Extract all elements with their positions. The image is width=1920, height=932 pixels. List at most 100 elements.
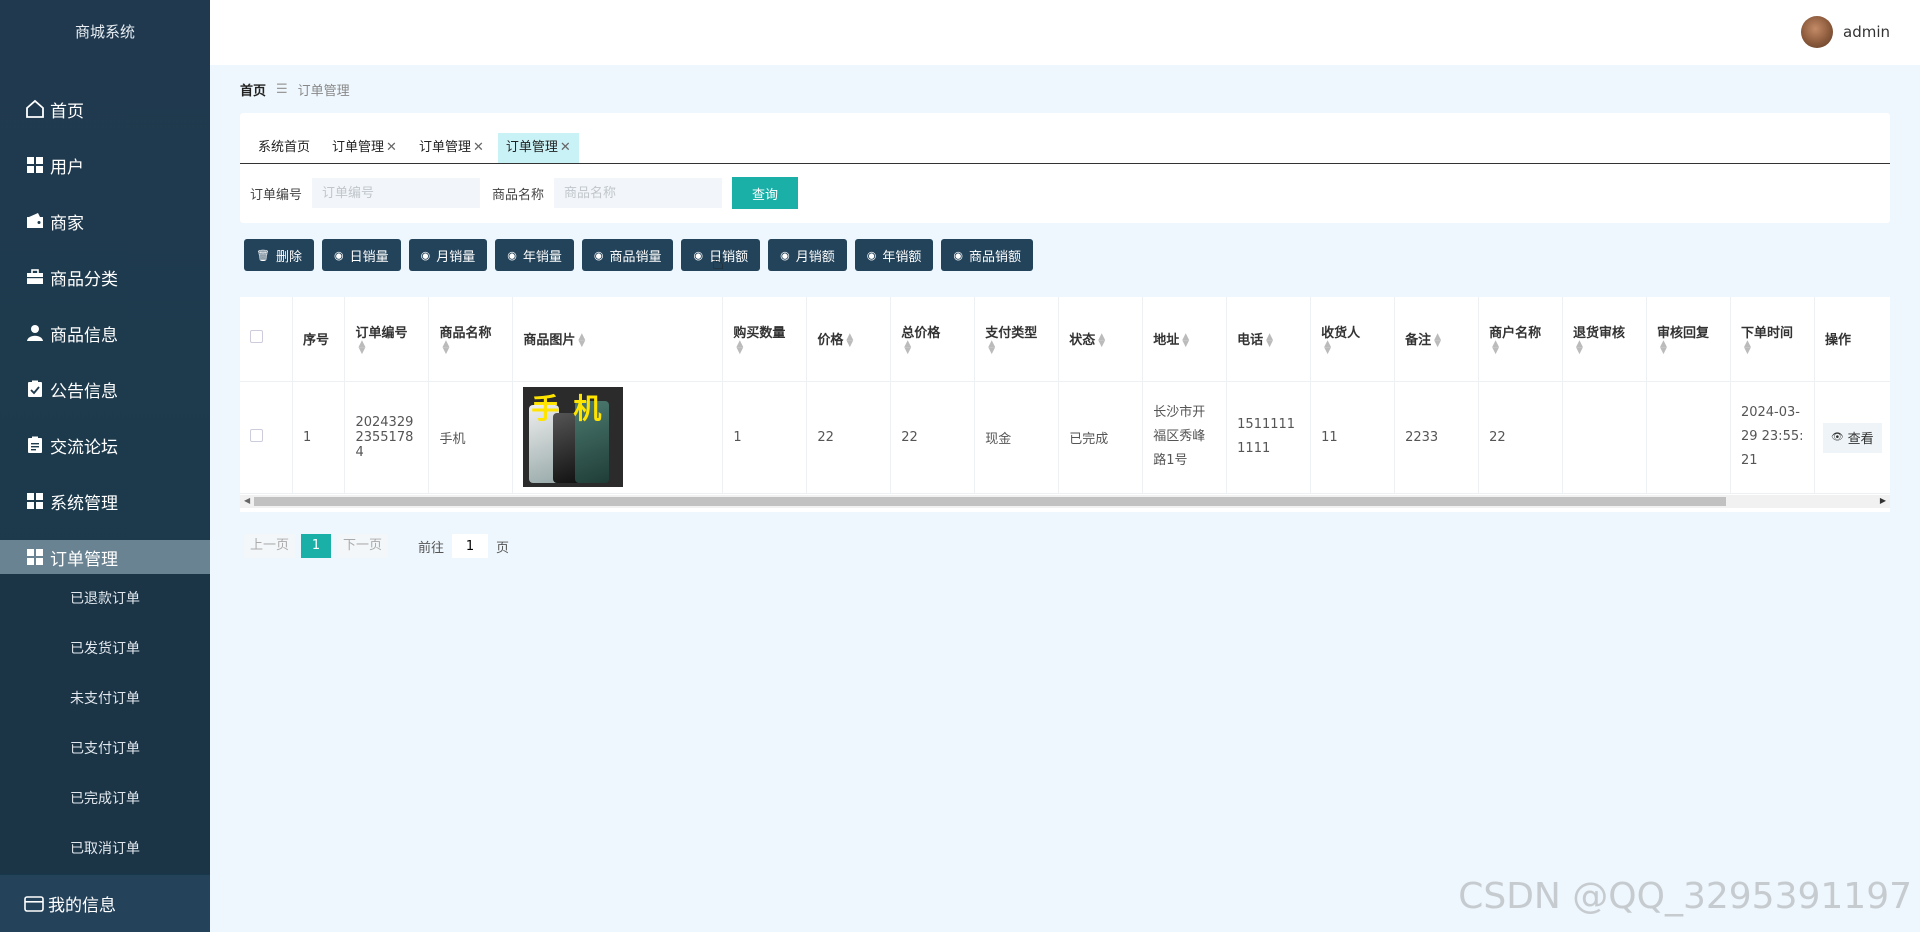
column-header[interactable]: 商品图片 ▲ ▼	[512, 297, 724, 382]
avatar[interactable]	[1801, 16, 1833, 48]
sort-icon[interactable]: ▲ ▼	[1324, 340, 1331, 356]
column-header[interactable]: 审核回复 ▲ ▼	[1646, 297, 1731, 382]
submenu-paid-orders[interactable]: 已支付订单	[0, 724, 210, 774]
tab-order-management-1[interactable]: 订单管理 ✕	[324, 133, 405, 163]
column-header[interactable]: 状态 ▲ ▼	[1058, 297, 1144, 382]
close-icon[interactable]: ✕	[473, 140, 484, 155]
submenu-shipped-orders[interactable]: 已发货订单	[0, 624, 210, 674]
submenu-completed-orders[interactable]: 已完成订单	[0, 774, 210, 824]
sort-icon[interactable]: ▲ ▼	[442, 340, 449, 356]
sidebar-item-label: 商品分类	[50, 269, 118, 290]
trash-icon: 🗑	[256, 248, 270, 262]
column-header[interactable]: 商品名称 ▲ ▼	[428, 297, 514, 382]
table-row: 1 20243292355178 4 手机 手机 1 22 22 现金 已完成 …	[240, 381, 1890, 494]
row-select-cell	[240, 381, 293, 494]
user-menu[interactable]: admin	[1801, 16, 1890, 48]
tab-order-management-2[interactable]: 订单管理 ✕	[411, 133, 492, 163]
close-icon[interactable]: ✕	[386, 140, 397, 155]
sort-icon[interactable]: ▲ ▼	[1492, 340, 1499, 356]
sort-icon[interactable]: ▲ ▼	[846, 332, 853, 348]
sidebar-item-system[interactable]: 系统管理	[0, 473, 210, 529]
sort-icon[interactable]: ▲ ▼	[988, 340, 995, 356]
monthly-sales-amount-button[interactable]: ◉ 月销额	[768, 239, 847, 271]
radio-icon: ◉	[953, 248, 963, 262]
order-no-input[interactable]	[312, 178, 481, 208]
horizontal-scrollbar[interactable]: ◀ ▶	[240, 495, 1890, 508]
goto-page-input[interactable]	[452, 534, 489, 558]
home-icon	[24, 98, 46, 120]
product-name-input[interactable]	[554, 178, 723, 208]
yearly-sales-volume-button[interactable]: ◉ 年销量	[495, 239, 574, 271]
sidebar-item-home[interactable]: 首页	[0, 81, 210, 137]
sidebar-item-label: 商品信息	[50, 325, 118, 346]
column-header[interactable]: 价格 ▲ ▼	[806, 297, 892, 382]
sidebar-item-forum[interactable]: 交流论坛	[0, 417, 210, 473]
yearly-sales-amount-button[interactable]: ◉ 年销额	[854, 239, 934, 271]
close-icon[interactable]: ✕	[560, 140, 571, 155]
column-header[interactable]: 订单编号 ▲ ▼	[344, 297, 430, 382]
monthly-sales-volume-button[interactable]: ◉ 月销量	[408, 239, 488, 271]
tab-label: 订单管理	[505, 140, 558, 155]
breadcrumb-home[interactable]: 首页	[240, 80, 266, 99]
tab-order-management-3[interactable]: 订单管理 ✕	[497, 133, 579, 163]
view-button[interactable]: 👁 查看	[1822, 422, 1882, 453]
tab-label: 系统首页	[258, 140, 311, 155]
orders-submenu: 已退款订单 已发货订单 未支付订单 已支付订单 已完成订单 已取消订单	[0, 574, 210, 874]
prev-page-button[interactable]: 上一页	[244, 534, 296, 558]
column-header[interactable]: 电话 ▲ ▼	[1226, 297, 1312, 382]
page-number-current[interactable]: 1	[301, 534, 332, 558]
sidebar-item-label: 交流论坛	[50, 437, 118, 458]
sort-icon[interactable]: ▲ ▼	[1098, 332, 1105, 348]
column-header[interactable]: 购买数量 ▲ ▼	[722, 297, 808, 382]
column-header[interactable]: 支付类型 ▲ ▼	[974, 297, 1060, 382]
sidebar-item-label: 我的信息	[48, 896, 116, 916]
sort-icon[interactable]: ▲ ▼	[358, 340, 365, 356]
sidebar-item-products[interactable]: 商品信息	[0, 305, 210, 361]
button-label: 年销量	[522, 249, 562, 265]
sidebar-item-users[interactable]: 用户	[0, 137, 210, 193]
query-button[interactable]: 查询	[732, 177, 799, 209]
sidebar-item-categories[interactable]: 商品分类	[0, 249, 210, 305]
submenu-unpaid-orders[interactable]: 未支付订单	[0, 674, 210, 724]
column-header[interactable]: 下单时间 ▲ ▼	[1730, 297, 1815, 382]
column-header[interactable]: 退货审核 ▲ ▼	[1562, 297, 1647, 382]
column-header[interactable]: 地址 ▲ ▼	[1142, 297, 1228, 382]
daily-sales-volume-button[interactable]: ◉ 日销量	[321, 239, 401, 271]
sidebar-item-my-info[interactable]: 我的信息	[0, 875, 210, 932]
sort-icon[interactable]: ▲ ▼	[1434, 332, 1441, 348]
product-sales-volume-button[interactable]: ◉ 商品销量	[581, 239, 674, 271]
sort-icon[interactable]: ▲ ▼	[1660, 340, 1667, 356]
radio-icon: ◉	[507, 248, 517, 262]
scroll-right-icon[interactable]: ▶	[1880, 496, 1886, 505]
sort-icon[interactable]: ▲ ▼	[1744, 340, 1751, 356]
column-header[interactable]: 备注 ▲ ▼	[1394, 297, 1480, 382]
button-label: 月销量	[436, 249, 476, 265]
column-header[interactable]: 总价格 ▲ ▼	[890, 297, 976, 382]
sidebar-item-notices[interactable]: 公告信息	[0, 361, 210, 417]
tab-system-home[interactable]: 系统首页	[250, 133, 318, 163]
select-all-checkbox[interactable]	[250, 330, 263, 344]
column-header[interactable]: 收货人 ▲ ▼	[1310, 297, 1396, 382]
eye-icon: 👁	[1830, 432, 1844, 443]
column-header[interactable]: 商户名称 ▲ ▼	[1478, 297, 1564, 382]
submenu-refunded-orders[interactable]: 已退款订单	[0, 574, 210, 624]
sort-icon[interactable]: ▲ ▼	[904, 340, 911, 356]
product-sales-amount-button[interactable]: ◉ 商品销额	[941, 239, 1033, 271]
sort-icon[interactable]: ▲ ▼	[736, 340, 743, 356]
row-checkbox[interactable]	[250, 428, 263, 442]
product-name-label: 商品名称	[492, 187, 545, 203]
sidebar-item-orders[interactable]: 订单管理	[0, 540, 210, 574]
sort-icon[interactable]: ▲ ▼	[1576, 340, 1583, 356]
scrollbar-thumb[interactable]	[254, 497, 1726, 506]
cell-audit-reply	[1646, 381, 1731, 494]
button-label: 商品销额	[968, 249, 1021, 265]
sidebar-item-merchants[interactable]: 商家	[0, 193, 210, 249]
sort-icon[interactable]: ▲ ▼	[578, 332, 585, 348]
delete-button[interactable]: 🗑 删除	[244, 239, 314, 271]
sort-icon[interactable]: ▲ ▼	[1266, 332, 1273, 348]
submenu-cancelled-orders[interactable]: 已取消订单	[0, 824, 210, 874]
scroll-left-icon[interactable]: ◀	[244, 496, 250, 505]
hand-cursor-icon: ☝	[712, 250, 725, 274]
sort-icon[interactable]: ▲ ▼	[1182, 332, 1189, 348]
next-page-button[interactable]: 下一页	[337, 534, 389, 558]
